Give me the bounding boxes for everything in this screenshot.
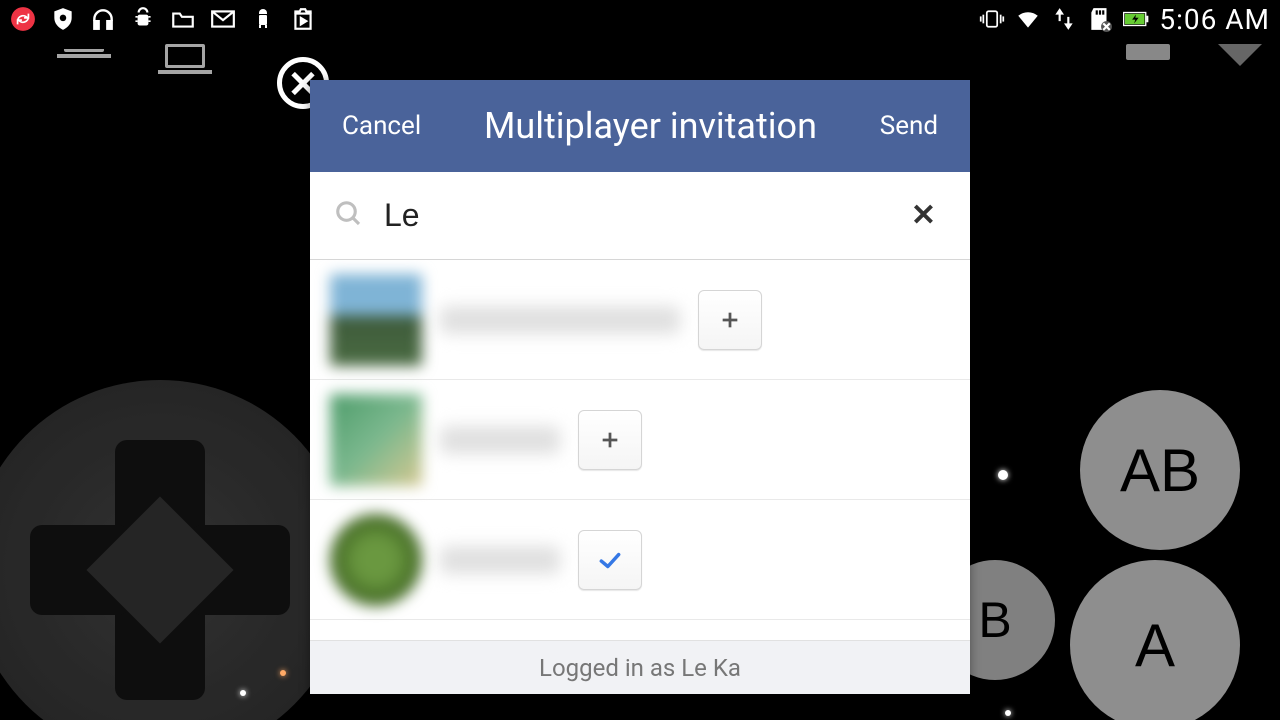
logged-in-footer: Logged in as Le Ka xyxy=(310,640,970,694)
vibrate-icon xyxy=(979,6,1005,32)
friend-result-list[interactable] xyxy=(310,260,970,640)
android-status-bar: 5:06 AM xyxy=(0,0,1280,38)
friend-avatar xyxy=(330,514,422,606)
play-store-icon xyxy=(290,6,316,32)
folder-icon xyxy=(170,6,196,32)
emulator-a-button[interactable]: A xyxy=(1070,560,1240,720)
clear-search-button[interactable]: ✕ xyxy=(901,194,946,237)
search-row: ✕ xyxy=(310,172,970,260)
friend-result-row[interactable] xyxy=(310,500,970,620)
wifi-icon xyxy=(1015,6,1041,32)
shield-icon xyxy=(50,6,76,32)
friend-avatar xyxy=(330,274,422,366)
friend-result-row[interactable] xyxy=(310,260,970,380)
cancel-button[interactable]: Cancel xyxy=(342,111,421,141)
battery-charging-icon xyxy=(1123,6,1149,32)
friend-result-row[interactable] xyxy=(310,380,970,500)
headphones-icon xyxy=(90,6,116,32)
friend-selected-button[interactable] xyxy=(578,530,642,590)
send-button[interactable]: Send xyxy=(880,111,938,141)
nav-hint xyxy=(1126,44,1170,60)
emulator-ab-button[interactable]: AB xyxy=(1080,390,1240,550)
nav-hint xyxy=(1218,44,1262,66)
add-friend-button[interactable] xyxy=(698,290,762,350)
gmail-icon xyxy=(210,6,236,32)
friend-name-blurred xyxy=(440,306,680,334)
friend-name-blurred xyxy=(440,426,560,454)
dialog-header: Cancel Multiplayer invitation Send xyxy=(310,80,970,172)
search-icon xyxy=(334,199,364,233)
friend-avatar xyxy=(330,394,422,486)
nav-hint xyxy=(165,44,212,74)
sync-error-icon xyxy=(10,6,36,32)
status-clock: 5:06 AM xyxy=(1159,3,1270,36)
emulator-dpad[interactable] xyxy=(0,380,350,720)
add-friend-button[interactable] xyxy=(578,410,642,470)
sd-card-error-icon xyxy=(1087,6,1113,32)
android-debug-icon xyxy=(130,6,156,32)
nav-hint xyxy=(64,44,111,58)
multiplayer-invitation-dialog: Cancel Multiplayer invitation Send ✕ xyxy=(310,80,970,694)
friend-search-input[interactable] xyxy=(384,197,881,234)
data-sync-icon xyxy=(1051,6,1077,32)
android-icon xyxy=(250,6,276,32)
status-right-icons: 5:06 AM xyxy=(979,3,1270,36)
friend-name-blurred xyxy=(440,546,560,574)
status-left-icons xyxy=(10,6,316,32)
dialog-title: Multiplayer invitation xyxy=(484,105,817,147)
